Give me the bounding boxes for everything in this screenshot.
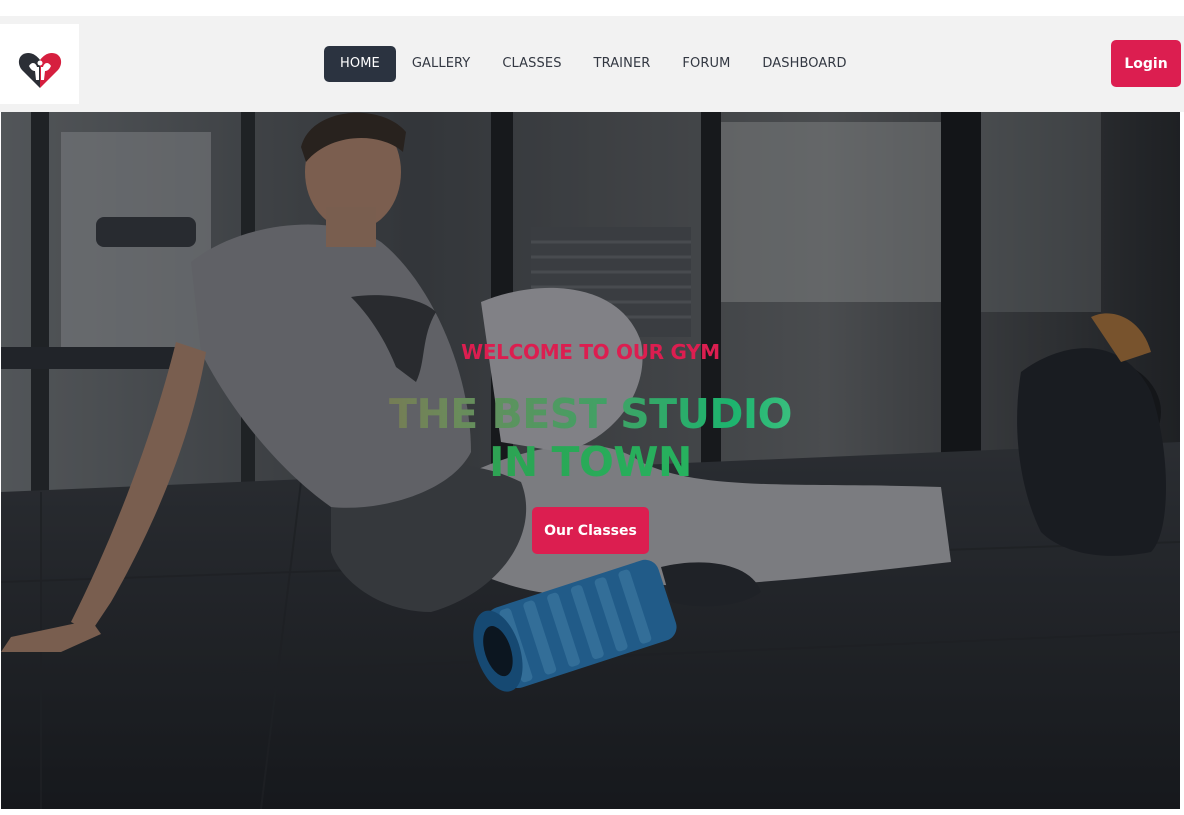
login-button[interactable]: Login [1111,40,1181,87]
nav-dashboard[interactable]: DASHBOARD [746,46,862,82]
nav-home[interactable]: HOME [324,46,396,82]
hero-headline-line1: THE BEST STUDIO [1,390,1180,438]
logo-link[interactable] [0,24,79,104]
heart-muscle-logo-icon [18,53,62,88]
hero-eyebrow: WELCOME TO OUR GYM [461,340,720,364]
nav-gallery[interactable]: GALLERY [396,46,487,82]
main-nav: HOME GALLERY CLASSES TRAINER FORUM DASHB… [324,46,863,82]
nav-trainer[interactable]: TRAINER [578,46,667,82]
nav-forum[interactable]: FORUM [666,46,746,82]
navbar: HOME GALLERY CLASSES TRAINER FORUM DASHB… [0,16,1184,112]
hero-banner: WELCOME TO OUR GYM THE BEST STUDIO IN TO… [1,112,1180,809]
hero-headline-line2: IN TOWN [1,438,1180,486]
nav-classes[interactable]: CLASSES [486,46,577,82]
our-classes-button[interactable]: Our Classes [532,507,649,554]
hero-headline: THE BEST STUDIO IN TOWN [1,390,1180,486]
page: HOME GALLERY CLASSES TRAINER FORUM DASHB… [0,0,1184,815]
hero-content: WELCOME TO OUR GYM THE BEST STUDIO IN TO… [1,112,1180,809]
